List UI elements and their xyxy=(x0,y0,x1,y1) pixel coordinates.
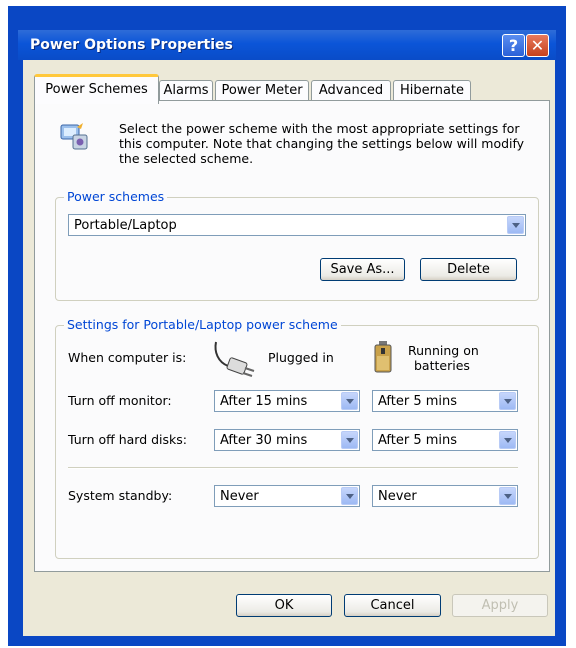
power-scheme-select-value: Portable/Laptop xyxy=(74,218,177,233)
tab-hibernate[interactable]: Hibernate xyxy=(393,80,471,101)
monitor-battery-select[interactable]: After 5 mins xyxy=(372,390,518,412)
battery-icon xyxy=(374,341,392,373)
battery-label-line-1: Running on xyxy=(408,343,479,358)
power-schemes-group-label: Power schemes xyxy=(64,189,168,204)
turn-off-hard-disks-label: Turn off hard disks: xyxy=(68,432,188,447)
tab-power-schemes[interactable]: Power Schemes xyxy=(34,74,159,104)
apply-button[interactable]: Apply xyxy=(452,594,548,617)
hard-disks-plugged-select[interactable]: After 30 mins xyxy=(214,429,360,451)
help-icon[interactable]: ? xyxy=(502,34,525,57)
standby-battery-select[interactable]: Never xyxy=(372,485,518,507)
plug-icon xyxy=(214,341,255,377)
hard-disks-battery-select[interactable]: After 5 mins xyxy=(372,429,518,451)
close-icon[interactable]: ✕ xyxy=(526,34,549,57)
system-standby-label: System standby: xyxy=(68,488,173,503)
delete-button[interactable]: Delete xyxy=(420,258,517,281)
power-scheme-icon xyxy=(60,123,88,150)
power-schemes-group: Power schemes Portable/Laptop Save As...… xyxy=(55,189,539,301)
window-title: Power Options Properties xyxy=(30,37,233,53)
tab-page: Select the power scheme with the most ap… xyxy=(34,100,550,572)
running-on-batteries-label: Running on batteries xyxy=(408,343,479,373)
monitor-battery-value: After 5 mins xyxy=(378,394,458,409)
hard-disks-battery-value: After 5 mins xyxy=(378,433,458,448)
chevron-down-icon[interactable] xyxy=(499,487,516,505)
hard-disks-plugged-value: After 30 mins xyxy=(220,433,308,448)
tab-alarms[interactable]: Alarms xyxy=(159,80,213,101)
standby-battery-value: Never xyxy=(378,489,417,504)
settings-group-label: Settings for Portable/Laptop power schem… xyxy=(64,317,341,332)
standby-plugged-select[interactable]: Never xyxy=(214,485,360,507)
chevron-down-icon[interactable] xyxy=(341,392,358,410)
monitor-plugged-value: After 15 mins xyxy=(220,394,308,409)
when-computer-is-label: When computer is: xyxy=(68,350,187,365)
tab-advanced[interactable]: Advanced xyxy=(311,80,391,101)
power-scheme-select[interactable]: Portable/Laptop xyxy=(68,214,526,236)
plugged-in-label: Plugged in xyxy=(268,350,334,365)
intro-text: Select the power scheme with the most ap… xyxy=(119,121,525,166)
monitor-plugged-select[interactable]: After 15 mins xyxy=(214,390,360,412)
battery-label-line-2: batteries xyxy=(414,358,470,373)
settings-group: Settings for Portable/Laptop power schem… xyxy=(55,317,539,559)
ok-button[interactable]: OK xyxy=(236,594,332,617)
standby-plugged-value: Never xyxy=(220,489,259,504)
chevron-down-icon[interactable] xyxy=(507,216,524,234)
divider xyxy=(68,467,518,469)
turn-off-monitor-label: Turn off monitor: xyxy=(68,393,172,408)
tab-power-meter[interactable]: Power Meter xyxy=(215,80,309,101)
save-as-button[interactable]: Save As... xyxy=(320,258,405,281)
chevron-down-icon[interactable] xyxy=(341,487,358,505)
chevron-down-icon[interactable] xyxy=(499,392,516,410)
chevron-down-icon[interactable] xyxy=(341,431,358,449)
cancel-button[interactable]: Cancel xyxy=(344,594,441,617)
title-bar[interactable]: Power Options Properties ? ✕ xyxy=(18,30,556,60)
chevron-down-icon[interactable] xyxy=(499,431,516,449)
